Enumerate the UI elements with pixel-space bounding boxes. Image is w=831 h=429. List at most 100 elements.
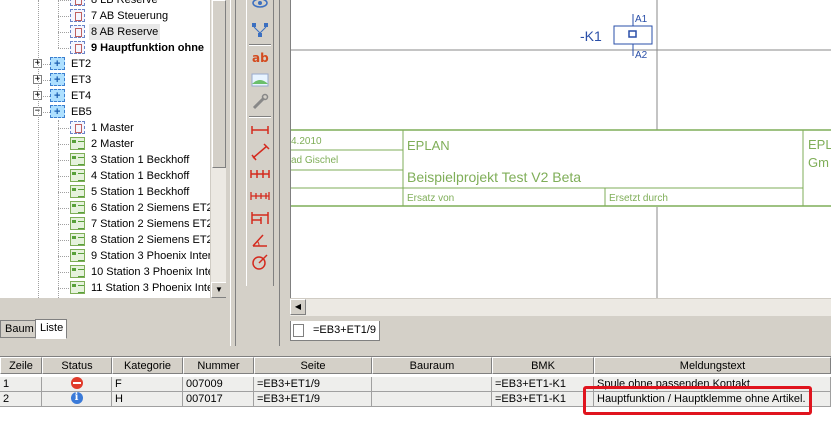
tree-item[interactable]: 1 Master xyxy=(0,120,210,136)
tree-item[interactable]: 8 Station 2 Siemens ET20 xyxy=(0,232,219,248)
sheet-icon xyxy=(70,153,85,166)
highlight-annotation xyxy=(583,386,812,415)
text-tool-icon[interactable]: ab xyxy=(249,48,271,68)
table-cell-area xyxy=(372,392,492,407)
document-tab-label: =EB3+ET1/9 xyxy=(313,324,376,336)
dimension-incremental-icon[interactable] xyxy=(249,208,271,228)
column-header[interactable]: Meldungstext xyxy=(594,357,831,374)
column-header[interactable]: Zeile xyxy=(0,357,42,374)
title-replacement-of: Ersatz von xyxy=(407,193,454,204)
column-header[interactable]: Seite xyxy=(254,357,372,374)
tree-item[interactable]: 7 AB Steuerung xyxy=(0,8,210,24)
tree-item[interactable]: 4 Station 1 Beckhoff xyxy=(0,168,210,184)
table-cell-page: =EB3+ET1/9 xyxy=(254,377,372,392)
tree-scroll-thumb[interactable] xyxy=(212,0,226,168)
tree-item[interactable]: 8 LB Reserve xyxy=(0,0,210,8)
tab-tree[interactable]: Baum xyxy=(0,320,36,338)
tree-item-label: ET3 xyxy=(71,74,92,86)
schematic-drawing: -K1 A1 A2 4.2010 ad Gischel EPLAN Beispi… xyxy=(291,0,831,298)
tree-item[interactable]: 6 Station 2 Siemens ET20 xyxy=(0,200,219,216)
sheet-icon xyxy=(70,217,85,230)
tree-item[interactable]: 2 Master xyxy=(0,136,210,152)
dimension-aligned-icon[interactable] xyxy=(249,142,271,162)
tree-item[interactable]: −EB5 xyxy=(0,104,210,120)
tree-item[interactable]: 5 Station 1 Beckhoff xyxy=(0,184,210,200)
view-icon[interactable] xyxy=(249,0,271,14)
tree-item-label: 4 Station 1 Beckhoff xyxy=(91,170,190,182)
tab-list[interactable]: Liste xyxy=(35,319,67,339)
title-author: ad Gischel xyxy=(291,155,338,166)
scroll-down-button[interactable]: ▼ xyxy=(211,282,226,298)
title-right-company-1: EPL xyxy=(808,137,831,152)
table-cell-line: 2 xyxy=(0,392,42,407)
tree-item[interactable]: +ET2 xyxy=(0,56,210,72)
sheet-icon xyxy=(70,281,85,294)
document-tab[interactable]: =EB3+ET1/9 xyxy=(290,321,380,341)
page-icon xyxy=(70,121,85,134)
sheet-icon xyxy=(70,169,85,182)
sheet-icon xyxy=(70,185,85,198)
canvas-horizontal-scrollbar[interactable]: ◀ xyxy=(290,298,831,316)
column-header[interactable]: Bauraum xyxy=(372,357,492,374)
sheet-icon xyxy=(70,137,85,150)
tree-item-label: 8 AB Reserve xyxy=(89,24,161,40)
column-header[interactable]: Kategorie xyxy=(112,357,183,374)
tree-item[interactable]: +ET4 xyxy=(0,88,210,104)
tree-item[interactable]: 9 Station 3 Phoenix Inter xyxy=(0,248,212,264)
page-icon xyxy=(70,25,85,38)
folder-icon xyxy=(50,104,65,120)
column-header[interactable]: BMK xyxy=(492,357,594,374)
column-header[interactable]: Status xyxy=(42,357,112,374)
tree-item-label: 9 Hauptfunktion ohne xyxy=(91,42,205,54)
sheet-icon xyxy=(70,249,85,262)
page-icon xyxy=(70,0,85,6)
table-cell-category: F xyxy=(112,377,183,392)
dimension-angle-icon[interactable] xyxy=(249,230,271,250)
scroll-left-button[interactable]: ◀ xyxy=(290,299,306,315)
schematic-canvas[interactable]: -K1 A1 A2 4.2010 ad Gischel EPLAN Beispi… xyxy=(290,0,831,298)
tree-item-label: 3 Station 1 Beckhoff xyxy=(91,154,190,166)
tree-item-label: 11 Station 3 Phoenix Inte xyxy=(91,282,214,294)
table-cell-area xyxy=(372,377,492,392)
error-icon xyxy=(70,377,83,390)
folder-icon xyxy=(50,88,65,104)
pin-a1-label: A1 xyxy=(635,14,648,25)
table-cell-category: H xyxy=(112,392,183,407)
tree-item[interactable]: 7 Station 2 Siemens ET20 xyxy=(0,216,219,232)
connection-tree-icon[interactable] xyxy=(249,20,271,40)
tree-item-label: 9 Station 3 Phoenix Inter xyxy=(91,250,212,262)
wrench-tool-icon[interactable] xyxy=(249,92,271,112)
tree-vertical-scrollbar[interactable]: ▼ xyxy=(210,0,226,298)
tree-item[interactable]: 10 Station 3 Phoenix Inte xyxy=(0,264,214,280)
tree-item[interactable]: 8 AB Reserve xyxy=(0,24,210,40)
tree-item[interactable]: 9 Hauptfunktion ohne xyxy=(0,40,210,56)
info-icon xyxy=(70,392,83,405)
project-tree[interactable]: 8 LB Reserve 7 AB Steuerung 8 AB Reserve 9 … xyxy=(0,0,226,298)
table-cell-bmk: =EB3+ET1-K1 xyxy=(492,377,594,392)
dimension-baseline-icon[interactable] xyxy=(249,186,271,206)
sheet-icon xyxy=(70,233,85,246)
component-tag: -K1 xyxy=(580,28,602,44)
title-replaced-by: Ersetzt durch xyxy=(609,193,668,204)
column-header[interactable]: Nummer xyxy=(183,357,254,374)
title-date: 4.2010 xyxy=(291,136,322,147)
pin-a2-label: A2 xyxy=(635,50,648,61)
panel-splitter[interactable] xyxy=(226,0,240,346)
dimension-linear-icon[interactable] xyxy=(249,120,271,140)
dimension-chain-icon[interactable] xyxy=(249,164,271,184)
tree-item-label: 7 Station 2 Siemens ET20 xyxy=(91,218,219,230)
tree-item[interactable]: +ET3 xyxy=(0,72,210,88)
tree-item-label: ET2 xyxy=(71,58,92,70)
image-tool-icon[interactable] xyxy=(249,70,271,90)
dimension-radius-icon[interactable] xyxy=(249,252,271,272)
status-cell xyxy=(42,377,112,392)
tree-item-label: 2 Master xyxy=(91,138,134,150)
tree-item[interactable]: 3 Station 1 Beckhoff xyxy=(0,152,210,168)
page-icon xyxy=(70,9,85,22)
sheet-icon xyxy=(70,201,85,214)
tree-item-label: EB5 xyxy=(71,106,92,118)
page-icon xyxy=(70,41,85,54)
tree-item[interactable]: 11 Station 3 Phoenix Inte xyxy=(0,280,214,296)
table-cell-bmk: =EB3+ET1-K1 xyxy=(492,392,594,407)
title-project: Beispielprojekt Test V2 Beta xyxy=(407,169,581,185)
